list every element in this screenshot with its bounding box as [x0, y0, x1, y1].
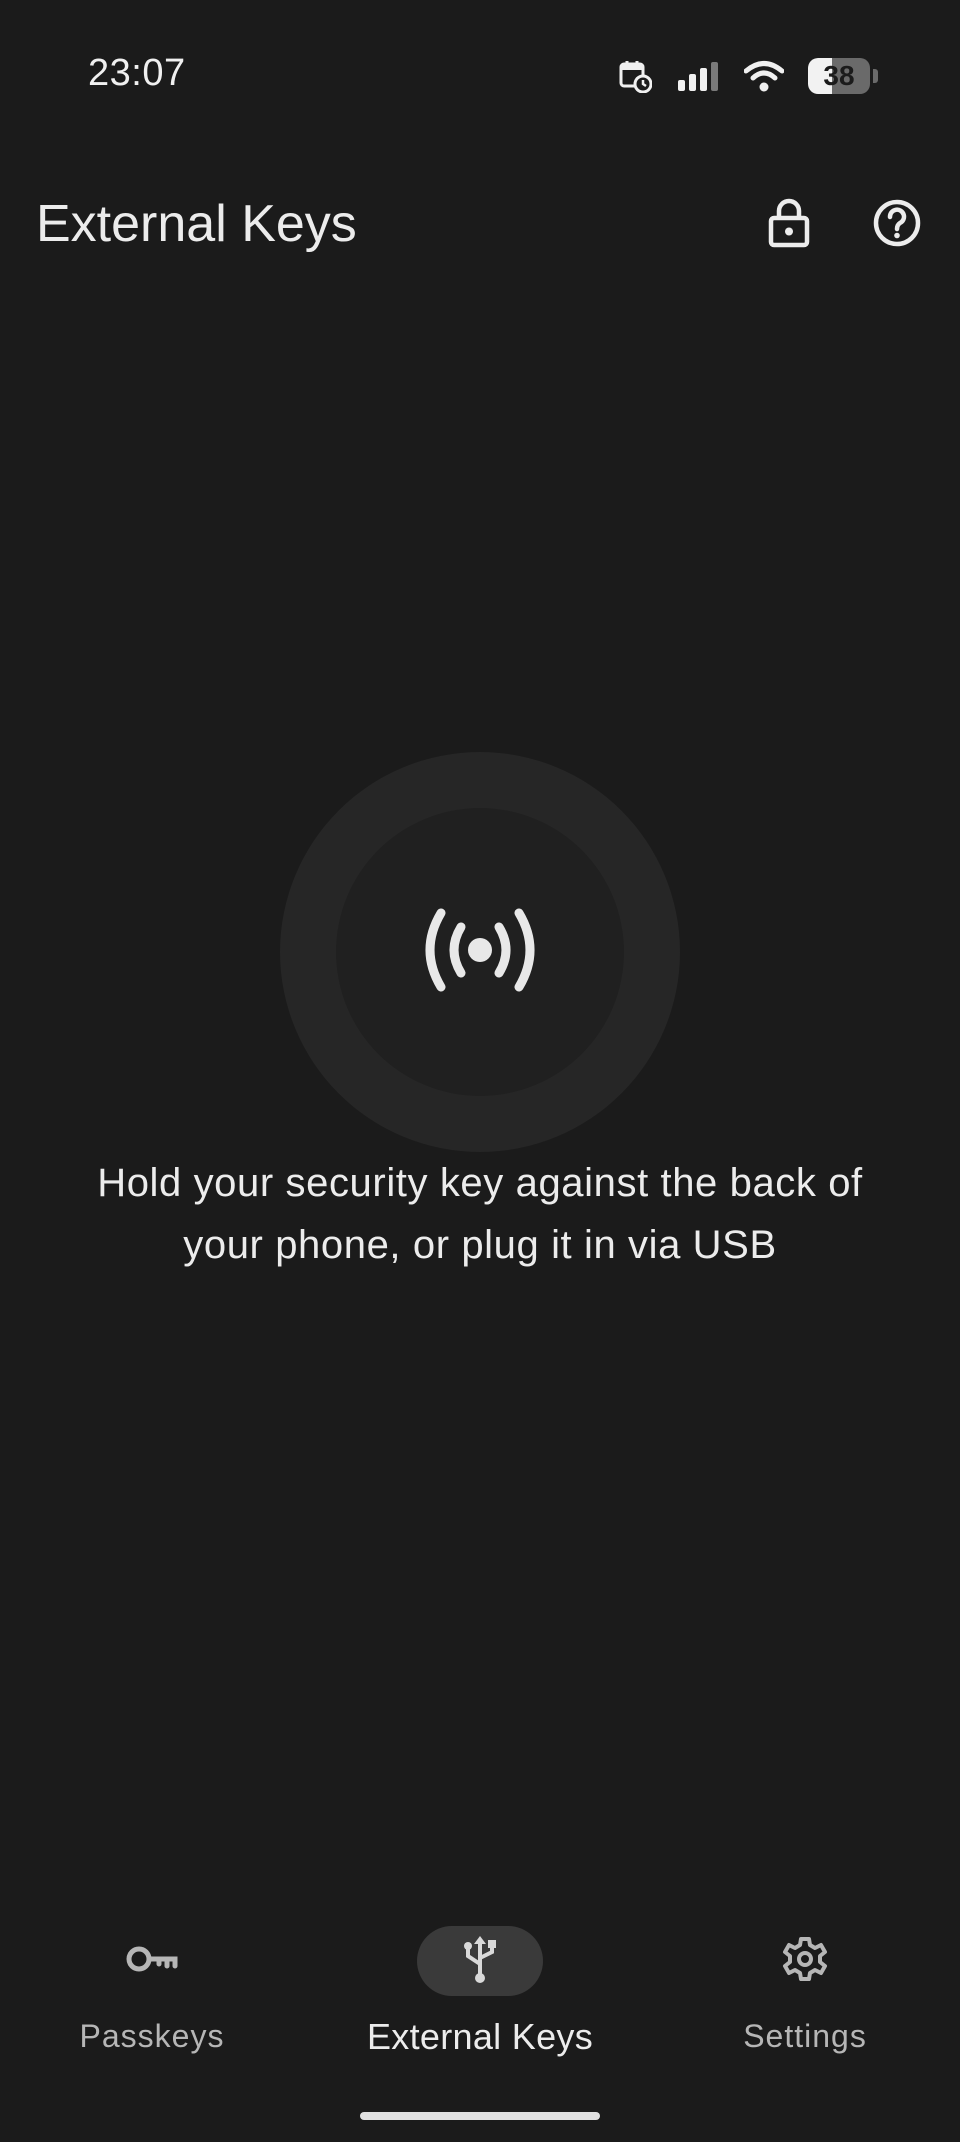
bottom-nav: Passkeys External Keys Settings	[0, 1900, 960, 2080]
help-button[interactable]	[862, 190, 932, 260]
lock-icon	[767, 198, 811, 253]
nfc-indicator-inner	[336, 808, 624, 1096]
nfc-broadcast-icon	[415, 905, 545, 1000]
page-title: External Keys	[36, 195, 357, 253]
help-icon	[872, 198, 922, 253]
nav-item-external-keys[interactable]: External Keys	[330, 1926, 630, 2057]
home-indicator[interactable]	[360, 2112, 600, 2120]
app-bar: External Keys	[0, 170, 960, 280]
nav-item-settings[interactable]: Settings	[655, 1926, 955, 2056]
nav-item-passkeys[interactable]: Passkeys	[2, 1926, 302, 2056]
calendar-clock-icon	[618, 59, 652, 93]
wifi-icon	[744, 60, 784, 92]
status-bar: 23:07 38	[0, 0, 960, 150]
gear-icon	[781, 1935, 829, 1988]
nav-label-external-keys: External Keys	[367, 2016, 593, 2057]
status-icons: 38	[618, 58, 878, 94]
battery-icon: 38	[808, 58, 878, 94]
active-indicator	[417, 1926, 543, 1996]
nav-label-settings: Settings	[743, 2018, 867, 2054]
lock-button[interactable]	[754, 190, 824, 260]
key-icon	[126, 1943, 178, 1980]
battery-level: 38	[823, 60, 855, 91]
usb-icon	[462, 1934, 498, 1989]
signal-icon	[676, 60, 720, 92]
nav-label-passkeys: Passkeys	[79, 2018, 225, 2054]
nfc-indicator	[280, 752, 680, 1152]
instruction-text: Hold your security key against the back …	[97, 1161, 863, 1267]
status-time: 23:07	[88, 52, 186, 94]
